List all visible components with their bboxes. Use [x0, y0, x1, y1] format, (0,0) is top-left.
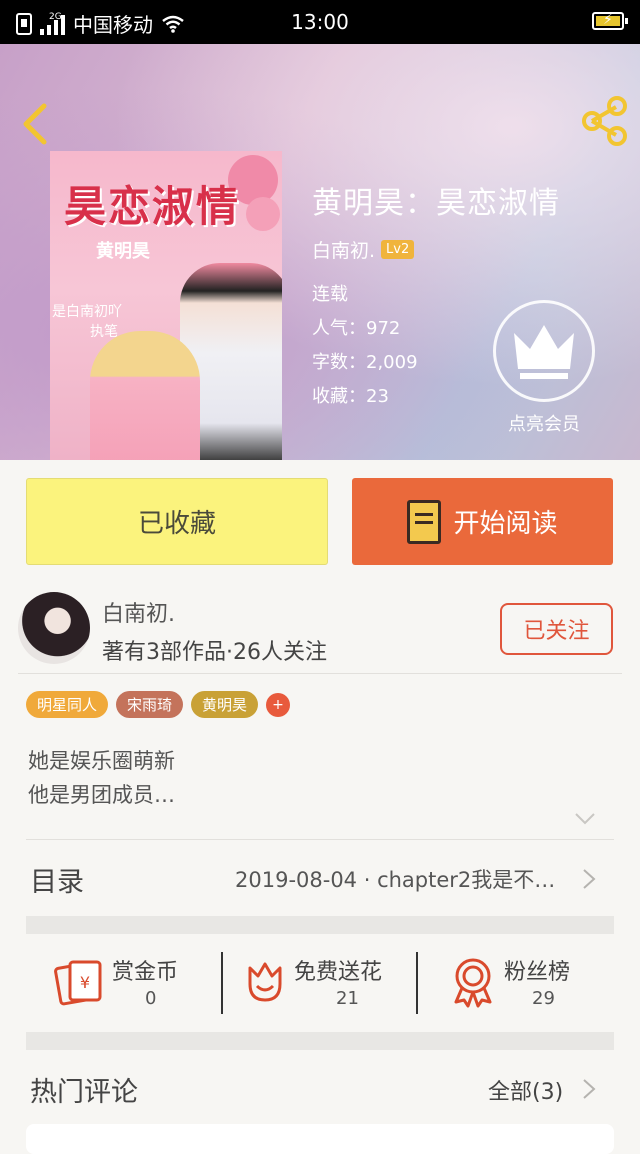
reward-label: 赏金币	[112, 960, 179, 985]
cover-title: 昊恋淑情	[64, 182, 241, 231]
reward-coins[interactable]: ¥ 赏金币 0	[50, 950, 210, 1016]
divider	[416, 952, 418, 1014]
book-author-line[interactable]: 白南初. Lv2	[312, 236, 415, 263]
divider	[221, 952, 223, 1014]
member-label: 点亮会员	[508, 414, 580, 435]
battery-icon: ⚡	[592, 12, 628, 30]
reward-label: 免费送花	[294, 960, 383, 985]
author-avatar[interactable]	[18, 592, 90, 664]
tag-item[interactable]: 宋雨琦	[116, 691, 184, 718]
all-comments-link[interactable]: 全部(3)	[488, 1074, 563, 1106]
tag-item[interactable]: 明星同人	[26, 691, 109, 718]
book-popularity: 人气：972	[312, 318, 401, 339]
expand-chevron-icon[interactable]	[574, 812, 596, 826]
level-badge: Lv2	[381, 240, 415, 259]
status-bar: 2G 中国移动 13:00 ⚡	[0, 0, 640, 44]
member-button[interactable]	[493, 300, 595, 402]
medal-icon	[454, 958, 492, 1008]
reward-fan-ranking[interactable]: 粉丝榜 29	[448, 950, 598, 1016]
intro-line2: 他是男团成员…	[28, 783, 175, 807]
tag-item[interactable]: 黄明昊	[191, 691, 259, 718]
book-author[interactable]: 白南初.	[312, 236, 375, 263]
section-band	[26, 1032, 614, 1050]
favorite-label: 已收藏	[137, 509, 216, 539]
back-arrow-icon[interactable]	[18, 100, 54, 148]
reward-flowers[interactable]: 免费送花 21	[240, 950, 410, 1016]
chevron-right-icon[interactable]	[582, 1078, 596, 1100]
intro-line1: 她是娱乐圈萌新	[28, 749, 175, 773]
toc-label: 目录	[30, 867, 84, 898]
author-meta: 著有3部作品·26人关注	[102, 640, 327, 665]
reward-value: 0	[145, 988, 157, 1009]
book-word-count: 字数：2,009	[312, 352, 418, 373]
add-tag-icon[interactable]: +	[266, 692, 291, 717]
chevron-right-icon	[583, 869, 596, 889]
coin-envelope-icon: ¥	[54, 960, 102, 1006]
book-intro: 她是娱乐圈萌新 他是男团成员…	[28, 744, 175, 812]
book-cover: 昊恋淑情 黄明昊 是白南初吖 执笔	[50, 151, 282, 460]
author-name[interactable]: 白南初.	[102, 596, 175, 628]
reward-label: 粉丝榜	[504, 960, 571, 985]
book-icon	[407, 499, 442, 544]
book-status: 连载	[312, 284, 348, 305]
hot-comments-title: 热门评论	[30, 1077, 138, 1108]
status-time: 13:00	[291, 10, 349, 34]
svg-text:¥: ¥	[80, 973, 90, 992]
start-reading-label: 开始阅读	[453, 509, 558, 539]
latest-chapter: 2019-08-04 · chapter2我是不…	[235, 868, 556, 892]
crown-icon	[514, 325, 574, 379]
book-favorites: 收藏：23	[312, 386, 389, 407]
flower-icon	[248, 962, 282, 1002]
follow-label: 已关注	[523, 619, 590, 644]
divider	[18, 673, 622, 674]
cover-figure-girl	[90, 331, 200, 460]
section-band	[26, 916, 614, 934]
table-of-contents-row[interactable]: 目录 2019-08-04 · chapter2我是不…	[0, 840, 640, 916]
book-title: 黄明昊：昊恋淑情	[312, 186, 560, 221]
share-icon[interactable]	[580, 96, 628, 146]
reward-value: 29	[532, 988, 555, 1009]
tag-list: 明星同人 宋雨琦 黄明昊 +	[26, 691, 291, 718]
cover-line1: 是白南初吖	[52, 304, 122, 320]
reward-value: 21	[336, 988, 359, 1009]
start-reading-button[interactable]: 开始阅读	[352, 478, 613, 565]
book-header: 昊恋淑情 黄明昊 是白南初吖 执笔 黄明昊：昊恋淑情 白南初. Lv2 连载 人…	[0, 44, 640, 460]
follow-button[interactable]: 已关注	[500, 603, 613, 655]
favorite-button[interactable]: 已收藏	[26, 478, 328, 565]
cover-author: 黄明昊	[96, 241, 150, 262]
comment-card[interactable]	[26, 1124, 614, 1154]
